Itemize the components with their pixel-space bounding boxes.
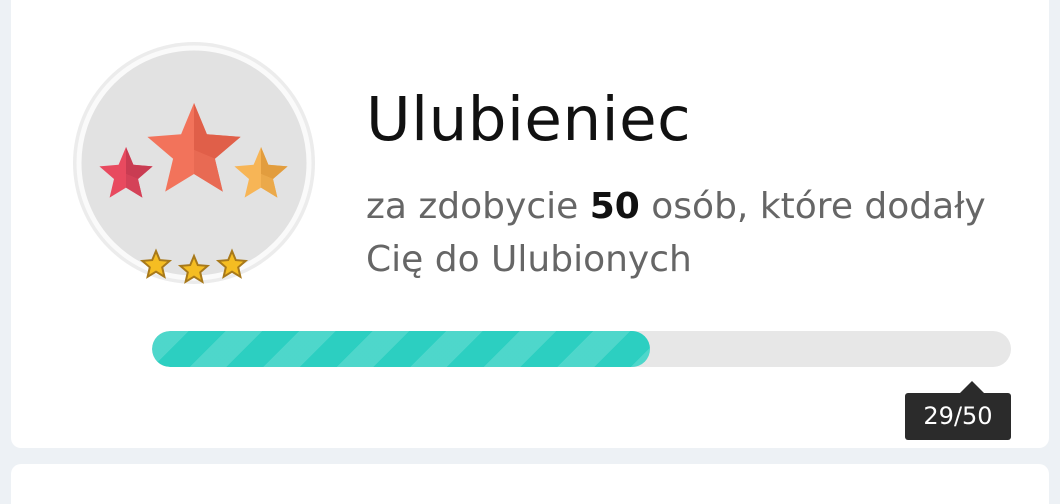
achievement-title: Ulubieniec bbox=[366, 84, 692, 155]
progress-tooltip: 29/50 bbox=[905, 393, 1011, 440]
achievement-description: za zdobycie 50 osób, które dodały Cię do… bbox=[366, 180, 1006, 286]
next-card bbox=[11, 464, 1049, 504]
achievement-card: Ulubieniec za zdobycie 50 osób, które do… bbox=[11, 0, 1049, 448]
progress-bar bbox=[152, 331, 1011, 367]
description-count: 50 bbox=[589, 186, 640, 227]
progress-tooltip-arrow bbox=[960, 381, 984, 393]
progress-bar-fill bbox=[152, 331, 651, 367]
three-stars-badge-icon bbox=[73, 42, 315, 284]
description-prefix: za zdobycie bbox=[366, 186, 590, 227]
achievement-badge bbox=[71, 40, 317, 300]
